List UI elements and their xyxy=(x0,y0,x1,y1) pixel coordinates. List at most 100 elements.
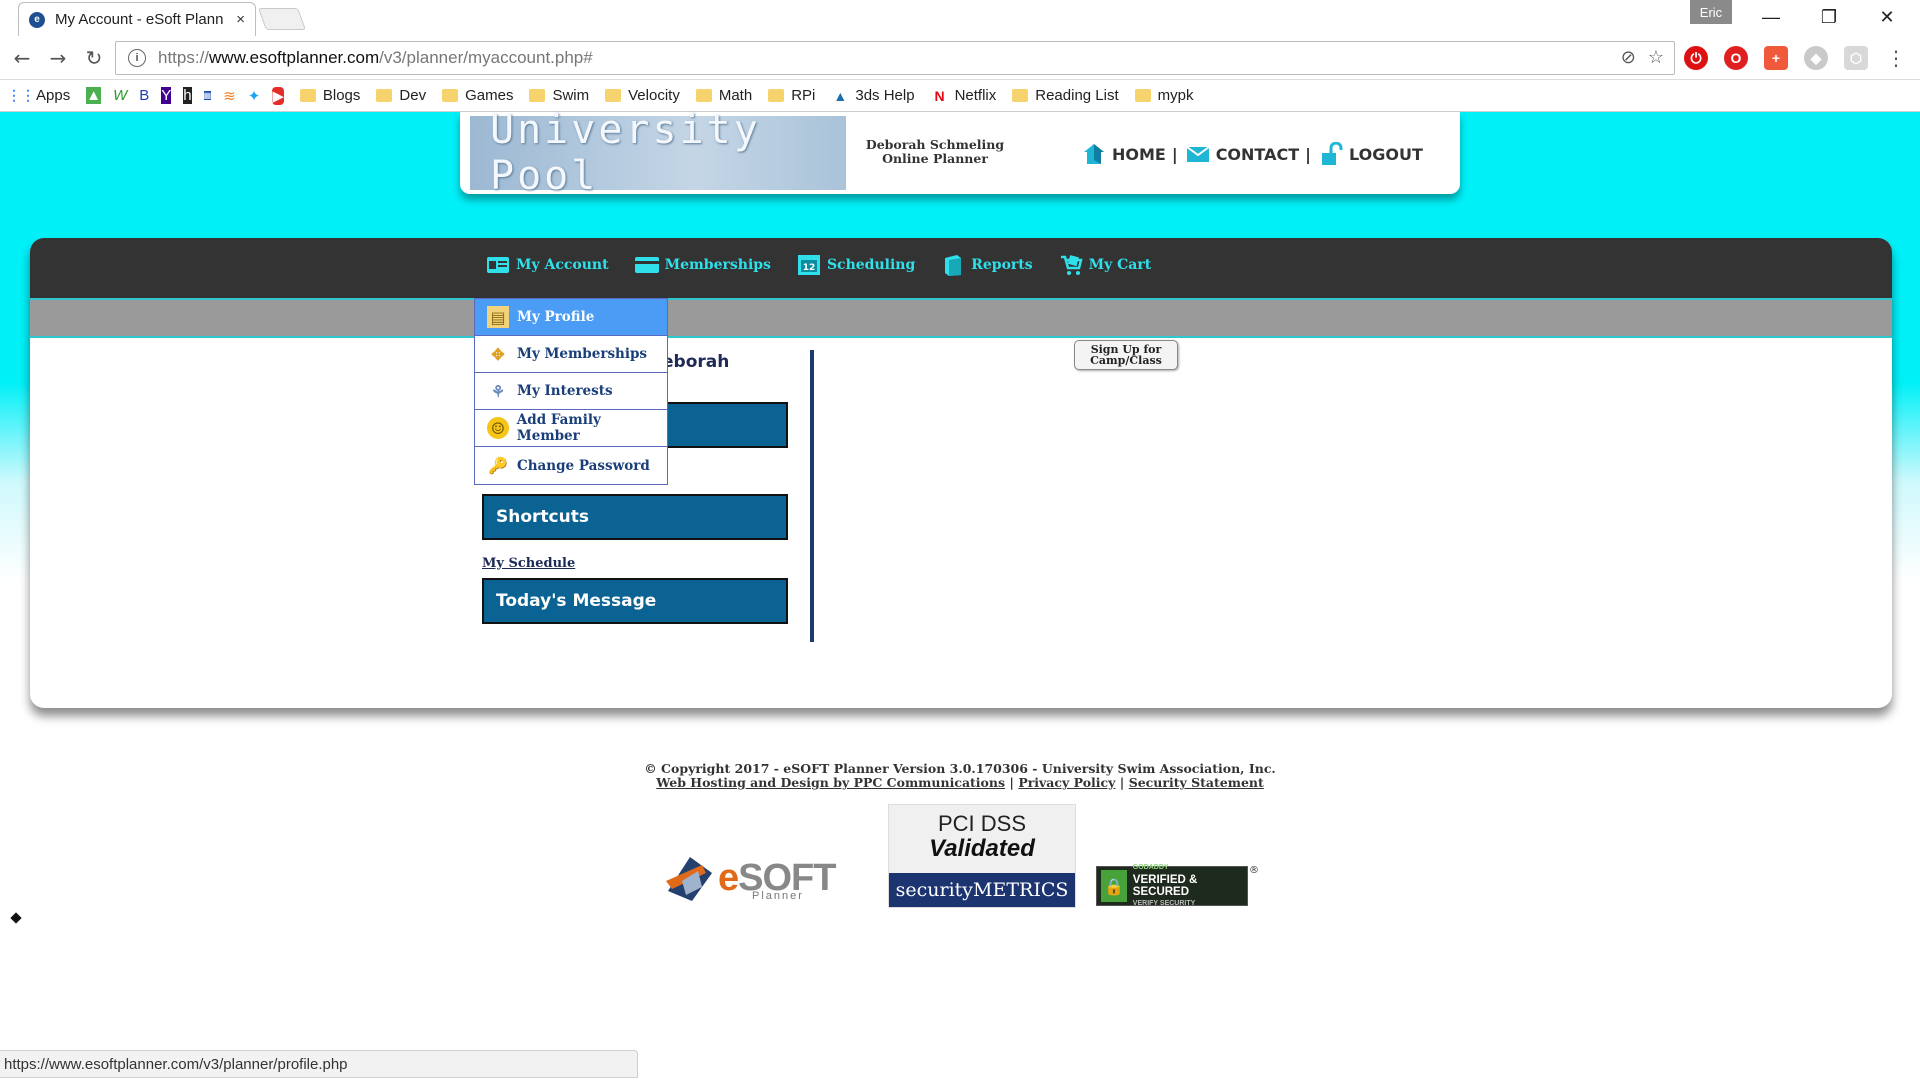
privacy-policy-link[interactable]: Privacy Policy xyxy=(1018,775,1115,790)
dropdown-my-interests[interactable]: ⚘ My Interests xyxy=(475,373,667,410)
dropdown-change-password[interactable]: 🔑 Change Password xyxy=(475,447,667,484)
menu-reports[interactable]: Reports xyxy=(941,254,1033,276)
bookmark-label: Blogs xyxy=(322,87,361,104)
contact-label: CONTACT xyxy=(1215,144,1300,164)
bookmark-label: 3ds Help xyxy=(855,87,915,104)
url-scheme: https:// xyxy=(158,48,210,67)
address-bar[interactable]: i https://www.esoftplanner.com/v3/planne… xyxy=(115,41,1675,75)
menu-label: My Cart xyxy=(1088,257,1152,273)
extension-dropbox-icon[interactable]: ◆ xyxy=(1804,46,1828,70)
menu-scheduling[interactable]: 12 Scheduling xyxy=(797,254,915,276)
tab-close-icon[interactable]: × xyxy=(236,11,245,28)
stack-bookmark-icon[interactable]: ≋ xyxy=(223,87,236,105)
b-bookmark-icon[interactable]: B xyxy=(139,87,149,104)
main-menubar: My Account Memberships 12 Scheduling Rep… xyxy=(30,238,1892,298)
bookmark-swim[interactable]: Swim xyxy=(529,87,589,104)
sub-menubar xyxy=(30,298,1892,338)
bookmark-dev[interactable]: Dev xyxy=(376,87,426,104)
extension-power-icon[interactable]: ⏻ xyxy=(1684,46,1708,70)
translate-blocked-icon[interactable]: ⊘ xyxy=(1621,47,1636,68)
security-statement-link[interactable]: Security Statement xyxy=(1129,775,1264,790)
w-bookmark-icon[interactable]: W xyxy=(113,87,127,104)
dropdown-label: My Profile xyxy=(517,309,595,325)
page-footer: © Copyright 2017 - eSOFT Planner Version… xyxy=(0,762,1920,790)
pci-dss-badge[interactable]: PCI DSS Validated securityMETRICS xyxy=(888,804,1076,908)
menu-memberships[interactable]: Memberships xyxy=(634,254,771,276)
extension-opera-icon[interactable]: O xyxy=(1724,46,1748,70)
profile-user-badge[interactable]: Eric xyxy=(1690,0,1732,24)
netflix-icon: N xyxy=(934,87,945,104)
chrome-menu-icon[interactable]: ⋮ xyxy=(1882,44,1910,72)
back-arrow-icon[interactable]: ← xyxy=(8,44,36,72)
close-window-button[interactable]: ✕ xyxy=(1858,0,1916,34)
university-pool-logo[interactable]: University Pool xyxy=(470,107,846,199)
url-path: /v3/planner/myaccount.php# xyxy=(379,48,593,67)
page-viewport: University Pool Deborah Schmeling Online… xyxy=(0,107,1920,1058)
folder-icon xyxy=(442,89,459,102)
menu-my-cart[interactable]: My Cart xyxy=(1059,254,1152,276)
reload-icon[interactable]: ↻ xyxy=(80,44,108,72)
bookmark-3ds-help[interactable]: ▲ 3ds Help xyxy=(831,87,914,105)
bookmark-mypk[interactable]: mypk xyxy=(1134,87,1193,104)
browser-tab[interactable]: e My Account - eSoft Plann × xyxy=(18,2,256,36)
bookmark-rpi[interactable]: RPi xyxy=(768,87,815,104)
home-label: HOME xyxy=(1112,144,1166,164)
extension-box-icon[interactable]: ⬡ xyxy=(1844,46,1868,70)
dropdown-my-memberships[interactable]: ✥ My Memberships xyxy=(475,336,667,373)
bookmark-velocity[interactable]: Velocity xyxy=(605,87,680,104)
signup-camp-class-button[interactable]: Sign Up for Camp/Class xyxy=(1074,340,1178,370)
esoft-planner-logo[interactable]: eSOFT Planner xyxy=(662,850,848,906)
restore-button[interactable]: ❐ xyxy=(1800,0,1858,34)
hosting-link[interactable]: Web Hosting and Design by PPC Communicat… xyxy=(656,775,1005,790)
bookmark-label: Math xyxy=(718,87,753,104)
home-icon xyxy=(1084,144,1104,164)
bookmarks-bar: ⋮⋮ Apps ▲ W B Y h ▦ ≋ ✦ ▶ Blogs Dev Game… xyxy=(0,80,1920,112)
memberships-icon: ✥ xyxy=(491,344,505,364)
folder-icon xyxy=(605,89,622,102)
folder-icon xyxy=(1012,89,1029,102)
forward-arrow-icon[interactable]: → xyxy=(44,44,72,72)
bookmark-apps[interactable]: ⋮⋮ Apps xyxy=(7,87,70,105)
folder-icon xyxy=(695,89,712,102)
shortcuts-header: Shortcuts xyxy=(482,494,788,540)
bookmark-netflix[interactable]: N Netflix xyxy=(931,87,997,105)
minimize-button[interactable]: — xyxy=(1742,0,1800,34)
extension-plus-icon[interactable]: + xyxy=(1764,46,1788,70)
menu-label: Scheduling xyxy=(826,257,916,273)
column-divider xyxy=(810,350,814,642)
logo-text: University Pool xyxy=(490,107,761,199)
weather-bookmark-icon[interactable]: ▦ xyxy=(203,91,212,100)
twitter-bookmark-icon[interactable]: ✦ xyxy=(248,87,261,105)
yahoo-bookmark-icon[interactable]: Y xyxy=(161,87,172,104)
godaddy-verified-badge[interactable]: 🔒 GODADDY VERIFIED & SECURED VERIFY SECU… xyxy=(1096,864,1259,907)
main-panel: My Account Memberships 12 Scheduling Rep… xyxy=(30,238,1892,708)
interests-icon: ⚘ xyxy=(490,381,506,401)
new-tab-button[interactable] xyxy=(257,8,307,30)
menu-my-account[interactable]: My Account xyxy=(486,254,609,276)
menu-label: Reports xyxy=(971,257,1033,273)
owner-role: Online Planner xyxy=(882,151,988,166)
svg-text:12: 12 xyxy=(803,263,816,273)
dropdown-my-profile[interactable]: ▤ My Profile xyxy=(475,299,667,336)
owner-info: Deborah Schmeling Online Planner xyxy=(860,138,1010,166)
bookmark-blogs[interactable]: Blogs xyxy=(299,87,361,104)
home-link[interactable]: HOME xyxy=(1082,142,1166,166)
contact-link[interactable]: CONTACT xyxy=(1186,142,1299,166)
bookmark-star-icon[interactable]: ☆ xyxy=(1648,47,1664,68)
logout-link[interactable]: LOGOUT xyxy=(1319,142,1423,166)
main-menu: My Account Memberships 12 Scheduling Rep… xyxy=(486,254,1177,276)
dropdown-add-family-member[interactable]: ☺ Add Family Member xyxy=(475,410,667,447)
google-maps-bookmark-icon[interactable]: ▲ xyxy=(86,87,102,104)
site-info-icon[interactable]: i xyxy=(128,49,146,67)
bookmark-games[interactable]: Games xyxy=(442,87,513,104)
esoft-emblem-icon xyxy=(666,857,712,901)
my-schedule-link[interactable]: My Schedule xyxy=(482,556,575,571)
pci-line-2: Validated xyxy=(929,835,1035,862)
youtube-bookmark-icon[interactable]: ▶ xyxy=(272,86,284,105)
bookmark-reading-list[interactable]: Reading List xyxy=(1012,87,1119,104)
h-bookmark-icon[interactable]: h xyxy=(183,87,192,104)
bookmark-math[interactable]: Math xyxy=(695,87,753,104)
esoft-wordmark-e: e xyxy=(718,856,739,899)
menu-label: Memberships xyxy=(664,257,771,273)
tab-strip: e My Account - eSoft Plann × Eric — ❐ ✕ xyxy=(0,0,1920,36)
